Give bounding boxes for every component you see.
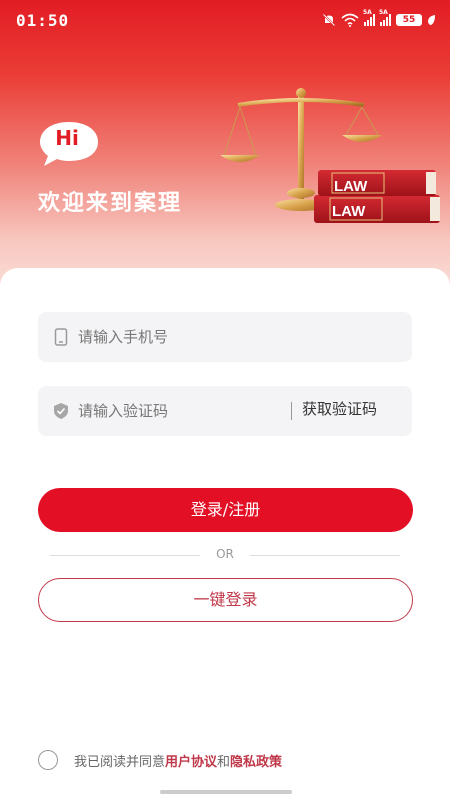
- status-time: 01:50: [16, 11, 70, 30]
- code-input[interactable]: [78, 399, 278, 423]
- hero-banner: 01:50 5A 5A 55 Hi 欢迎来到案理 LAW LAW: [0, 0, 450, 300]
- phone-field[interactable]: [38, 312, 412, 362]
- or-divider: OR: [50, 547, 400, 563]
- hi-badge-text: Hi: [55, 126, 79, 150]
- phone-icon: [54, 328, 68, 346]
- signal-icon: 5A: [379, 9, 391, 26]
- signal-icon: 5A: [363, 9, 375, 26]
- home-indicator[interactable]: [160, 790, 292, 794]
- status-icons: 5A 5A 55: [322, 9, 436, 28]
- field-divider: [291, 402, 292, 420]
- agree-radio[interactable]: [38, 750, 58, 770]
- scales-of-justice-illustration: LAW LAW: [220, 88, 440, 223]
- welcome-title: 欢迎来到案理: [38, 191, 183, 216]
- book-top-label: LAW: [334, 178, 368, 195]
- code-field[interactable]: 获取验证码: [38, 386, 412, 436]
- agreement-and: 和: [217, 754, 231, 770]
- privacy-policy-link[interactable]: 隐私政策: [230, 751, 282, 770]
- status-bar: 01:50 5A 5A 55: [0, 0, 450, 40]
- book-bottom-label: LAW: [332, 203, 366, 220]
- login-register-button[interactable]: 登录/注册: [38, 488, 413, 532]
- phone-input[interactable]: [78, 325, 298, 349]
- one-click-login-button[interactable]: 一键登录: [38, 578, 413, 622]
- mute-bell-icon: [322, 13, 336, 27]
- battery-icon: 55: [396, 14, 422, 26]
- get-code-button[interactable]: 获取验证码: [302, 398, 377, 419]
- network-tag: 5A: [379, 9, 388, 16]
- or-label: OR: [216, 547, 234, 561]
- shield-check-icon: [54, 403, 68, 419]
- user-agreement-link[interactable]: 用户协议: [165, 751, 217, 770]
- network-tag: 5A: [363, 9, 372, 16]
- agreement-prefix: 我已阅读并同意: [74, 754, 166, 770]
- agreement-row: 我已阅读并同意 用户协议 和 隐私政策: [38, 750, 282, 770]
- leaf-icon: [428, 15, 435, 25]
- wifi-icon: [341, 13, 359, 27]
